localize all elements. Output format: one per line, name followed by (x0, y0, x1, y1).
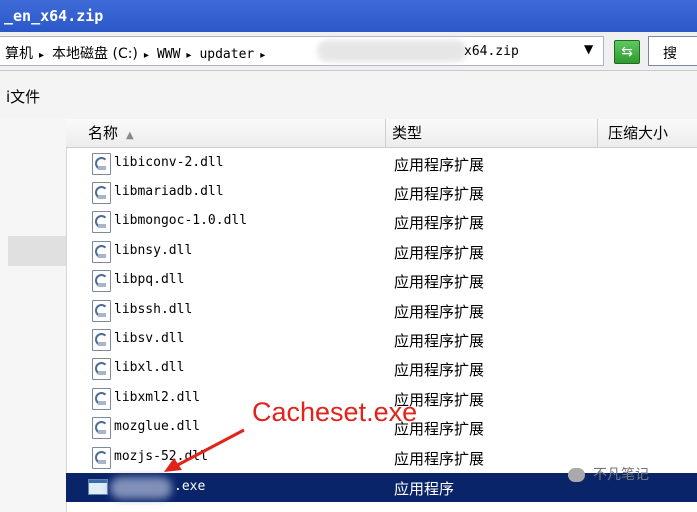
file-row[interactable]: libnsy.dll 应用程序扩展 (66, 237, 697, 266)
file-row[interactable]: libssh.dll 应用程序扩展 (66, 296, 697, 325)
file-row[interactable]: libmongoc-1.0.dll 应用程序扩展 (66, 207, 697, 236)
file-row[interactable]: libxl.dll 应用程序扩展 (66, 354, 697, 383)
exe-file-icon (88, 479, 108, 495)
column-header-size[interactable]: 压缩大小 (598, 119, 697, 147)
breadcrumb-computer[interactable]: 算机 (5, 46, 33, 62)
breadcrumb-updater[interactable]: updater (199, 47, 254, 62)
watermark-text: 不凡笔记 (593, 467, 649, 483)
file-name-suffix: .exe (174, 479, 206, 494)
breadcrumb-local-disk[interactable]: 本地磁盘 (C:) (52, 46, 138, 62)
file-name: libmariadb.dll (114, 184, 224, 199)
column-headers: 名称 ▲ 类型 压缩大小 (66, 119, 697, 148)
file-row[interactable]: libpq.dll 应用程序扩展 (66, 266, 697, 295)
toolbar: i文件 (0, 71, 697, 119)
window-title: _en_x64.zip (4, 7, 104, 25)
redacted-path (317, 40, 467, 62)
chevron-right-icon[interactable]: ▸ (144, 50, 149, 61)
go-arrow-icon[interactable]: ⇆ (614, 40, 640, 64)
column-header-name[interactable]: 名称 ▲ (66, 119, 386, 147)
annotation-label: Cacheset.exe (252, 397, 418, 427)
chevron-right-icon[interactable]: ▸ (186, 50, 191, 61)
chevron-right-icon[interactable]: ▸ (260, 50, 265, 61)
chevron-down-icon[interactable]: ▼ (584, 42, 593, 56)
wechat-icon (568, 468, 585, 482)
nav-selected-item[interactable] (8, 236, 66, 266)
dll-file-icon (92, 153, 111, 175)
file-type: 应用程序扩展 (394, 156, 485, 174)
column-size-label: 压缩大小 (608, 124, 669, 142)
file-name: libnsy.dll (114, 243, 193, 258)
file-name: libsv.dll (114, 331, 185, 346)
file-type: 应用程序扩展 (394, 361, 485, 379)
breadcrumb: 算机 ▸ 本地磁盘 (C:) ▸ WWW ▸ updater ▸ (5, 43, 273, 63)
file-name: libiconv-2.dll (114, 155, 224, 170)
dll-file-icon (92, 388, 111, 410)
file-type: 应用程序扩展 (394, 214, 485, 232)
search-input[interactable]: 搜 (648, 36, 697, 66)
file-row[interactable]: libiconv-2.dll 应用程序扩展 (66, 149, 697, 178)
dll-file-icon (92, 241, 111, 263)
search-label: 搜 (663, 46, 677, 62)
dll-file-icon (92, 300, 111, 322)
file-type: 应用程序扩展 (394, 332, 485, 350)
column-header-type[interactable]: 类型 (386, 119, 598, 147)
dll-file-icon (92, 182, 111, 204)
title-bar: _en_x64.zip (0, 0, 697, 32)
dll-file-icon (92, 211, 111, 233)
sort-ascending-icon: ▲ (126, 130, 134, 141)
watermark: 不凡笔记 (568, 464, 649, 484)
file-type: 应用程序 (394, 480, 455, 498)
breadcrumb-www[interactable]: WWW (157, 47, 180, 62)
file-name: libmongoc-1.0.dll (114, 213, 248, 228)
chevron-right-icon[interactable]: ▸ (39, 50, 44, 61)
file-row[interactable]: libmariadb.dll 应用程序扩展 (66, 178, 697, 207)
file-name: libxml2.dll (114, 390, 201, 405)
dll-file-icon (92, 358, 111, 380)
dll-file-icon (92, 270, 111, 292)
file-row[interactable]: libsv.dll 应用程序扩展 (66, 325, 697, 354)
redacted-filename (110, 477, 172, 499)
address-bar: 算机 ▸ 本地磁盘 (C:) ▸ WWW ▸ updater ▸ x64.zip ▼ ⇆ 搜 (0, 32, 697, 71)
file-type: 应用程序扩展 (394, 244, 485, 262)
annotation-arrow-icon (164, 428, 245, 472)
dll-file-icon (92, 417, 111, 439)
column-name-label: 名称 (88, 124, 119, 142)
column-type-label: 类型 (392, 124, 423, 142)
navigation-pane (0, 119, 67, 512)
breadcrumb-zip[interactable]: x64.zip (464, 44, 519, 59)
dll-file-icon (92, 447, 111, 469)
file-type: 应用程序扩展 (394, 273, 485, 291)
extract-files-button[interactable]: i文件 (6, 86, 40, 107)
file-name: libxl.dll (114, 360, 185, 375)
dll-file-icon (92, 329, 111, 351)
file-type: 应用程序扩展 (394, 303, 485, 321)
file-type: 应用程序扩展 (394, 185, 485, 203)
file-name: libpq.dll (114, 272, 185, 287)
file-type: 应用程序扩展 (394, 450, 485, 468)
address-field[interactable]: 算机 ▸ 本地磁盘 (C:) ▸ WWW ▸ updater ▸ x64.zip ▼ (0, 36, 604, 66)
file-name: libssh.dll (114, 302, 193, 317)
